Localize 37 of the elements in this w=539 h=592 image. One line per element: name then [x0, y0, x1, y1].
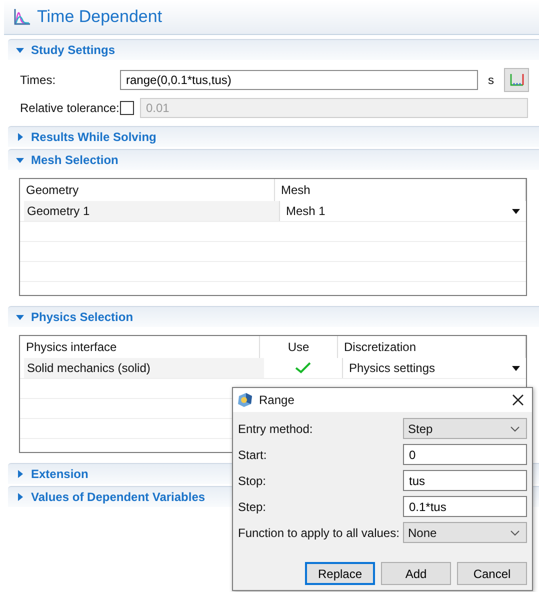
page-title: Time Dependent: [37, 7, 162, 27]
dialog-button[interactable]: Add: [381, 562, 451, 585]
dropdown-cell[interactable]: Mesh 1: [279, 201, 526, 221]
section-header[interactable]: Physics Selection: [8, 306, 539, 327]
times-field[interactable]: range(0,0.1*tus,tus): [120, 70, 478, 90]
checkbox[interactable]: [120, 101, 134, 115]
chart-icon: [508, 73, 524, 87]
dialog-button[interactable]: Replace: [305, 562, 375, 585]
dialog-title: Range: [259, 393, 296, 407]
dialog-button[interactable]: Cancel: [457, 562, 527, 585]
unit-label: s: [487, 73, 495, 87]
column-header: Discretization: [338, 336, 526, 358]
field-label: Stop:: [238, 474, 266, 488]
input-field[interactable]: 0.1*tus: [403, 496, 527, 517]
checkmark-icon[interactable]: [295, 362, 311, 374]
close-icon[interactable]: [512, 394, 524, 406]
input-field[interactable]: 0: [403, 444, 527, 465]
app-icon: [237, 392, 253, 408]
field-label: Relative tolerance:: [20, 101, 120, 115]
caret-icon: [510, 530, 520, 536]
field-label: Step:: [238, 500, 266, 514]
table-cell: Solid mechanics (solid): [24, 358, 264, 378]
select-field[interactable]: Step: [403, 418, 527, 439]
table-cell: Geometry 1: [24, 201, 279, 221]
field-label: Function to apply to all values:: [238, 526, 400, 540]
dropdown-cell[interactable]: Physics settings: [342, 358, 526, 378]
field-label: Times:: [20, 73, 57, 87]
plot-icon: [13, 8, 31, 26]
caret-icon: [510, 426, 520, 432]
input-field[interactable]: tus: [403, 470, 527, 491]
range-button[interactable]: [504, 68, 529, 92]
section-header[interactable]: Results While Solving: [8, 126, 539, 147]
section-header[interactable]: Mesh Selection: [8, 149, 539, 170]
select-field[interactable]: None: [403, 522, 527, 543]
section-header[interactable]: Study Settings: [8, 39, 539, 60]
field-label: Start:: [238, 448, 267, 462]
field-label: Entry method:: [238, 422, 313, 436]
